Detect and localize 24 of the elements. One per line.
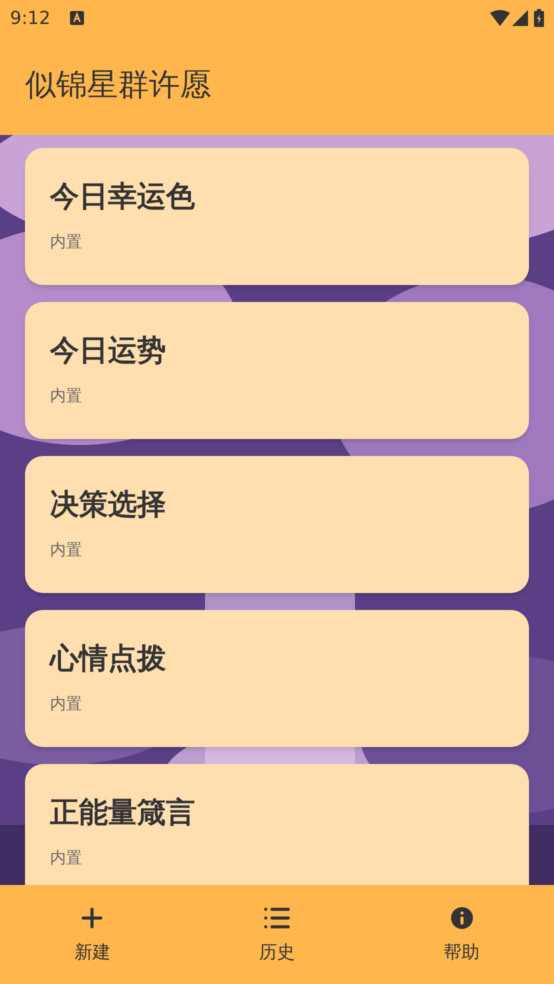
card-subtitle: 内置 [50, 847, 83, 869]
card-title: 决策选择 [50, 486, 167, 523]
app-title: 似锦星群许愿 [25, 66, 211, 106]
wifi-icon [490, 10, 510, 26]
card[interactable]: 今日运势 内置 [25, 302, 529, 439]
card-subtitle: 内置 [50, 231, 83, 253]
battery-icon [534, 9, 544, 27]
card[interactable]: 正能量箴言 内置 [25, 764, 529, 885]
card-title: 心情点拨 [50, 640, 167, 677]
card-title: 正能量箴言 [50, 794, 196, 831]
nav-button[interactable]: 帮助 [402, 903, 522, 966]
nav-button[interactable]: 历史 [216, 903, 337, 966]
card[interactable]: 决策选择 内置 [25, 456, 529, 593]
card[interactable]: 心情点拨 内置 [25, 610, 529, 747]
card[interactable]: 今日幸运色 内置 [25, 148, 529, 285]
nav-button[interactable]: 新建 [32, 903, 152, 966]
card-title: 今日幸运色 [50, 178, 196, 215]
status-time: 9:12 [10, 6, 50, 30]
card-subtitle: 内置 [50, 693, 83, 715]
card-subtitle: 内置 [50, 539, 83, 561]
signal-icon [512, 10, 528, 26]
card-subtitle: 内置 [50, 385, 83, 407]
card-title: 今日运势 [50, 332, 167, 369]
notification-icon [70, 11, 84, 25]
